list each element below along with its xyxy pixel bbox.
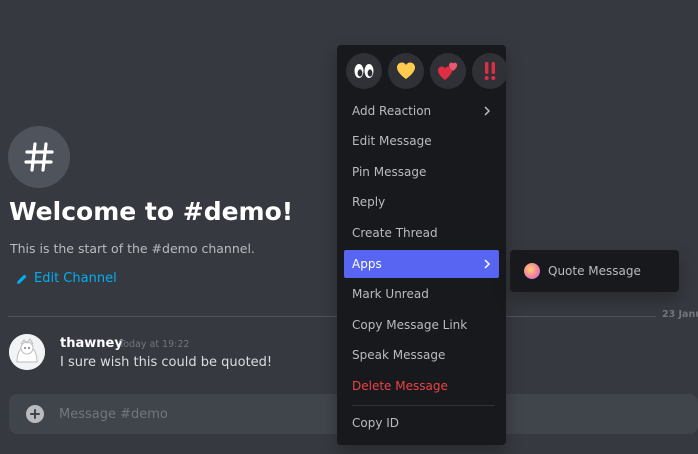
menu-item-label: Reply <box>352 195 386 209</box>
submenu-item-quote-message[interactable]: Quote Message <box>516 257 673 285</box>
date-divider-label: 23 Janu <box>656 309 698 320</box>
pencil-icon <box>17 274 27 284</box>
menu-item-label: Speak Message <box>352 348 446 362</box>
avatar[interactable] <box>9 334 45 370</box>
welcome-description: This is the start of the #demo channel. <box>10 241 255 256</box>
channel-hash-icon <box>8 126 70 188</box>
submenu-item-label: Quote Message <box>548 264 641 278</box>
menu-item-edit-message[interactable]: Edit Message <box>344 127 499 155</box>
message-context-menu: Add Reaction Edit Message Pin Message Re… <box>337 45 508 445</box>
two-hearts-emoji-icon[interactable] <box>430 53 466 89</box>
menu-item-speak-message[interactable]: Speak Message <box>344 341 499 369</box>
menu-separator <box>352 405 495 406</box>
yellow-heart-emoji-icon[interactable] <box>388 53 424 89</box>
quote-app-icon <box>524 263 540 279</box>
welcome-title: Welcome to #demo! <box>9 197 294 226</box>
eyes-emoji-icon[interactable] <box>346 53 382 89</box>
menu-item-mark-unread[interactable]: Mark Unread <box>344 280 499 308</box>
menu-item-apps[interactable]: Apps <box>344 250 499 278</box>
edit-channel-label: Edit Channel <box>34 271 117 286</box>
menu-item-reply[interactable]: Reply <box>344 188 499 216</box>
menu-item-label: Pin Message <box>352 165 427 179</box>
menu-item-copy-message-link[interactable]: Copy Message Link <box>344 311 499 339</box>
menu-item-copy-id[interactable]: Copy ID <box>344 409 499 437</box>
menu-item-label: Create Thread <box>352 226 438 240</box>
add-attachment-button[interactable] <box>26 405 44 423</box>
menu-item-label: Delete Message <box>352 379 448 393</box>
menu-item-label: Copy Message Link <box>352 318 468 332</box>
double-exclamation-emoji-icon[interactable] <box>472 53 508 89</box>
menu-item-delete-message[interactable]: Delete Message <box>344 372 499 400</box>
message-author[interactable]: thawney <box>60 336 123 351</box>
menu-item-label: Edit Message <box>352 134 432 148</box>
menu-item-label: Mark Unread <box>352 287 429 301</box>
menu-item-create-thread[interactable]: Create Thread <box>344 219 499 247</box>
menu-item-label: Add Reaction <box>352 104 432 118</box>
menu-item-label: Apps <box>352 257 382 271</box>
menu-item-add-reaction[interactable]: Add Reaction <box>344 97 499 125</box>
apps-submenu: Quote Message <box>510 250 679 292</box>
message-content: I sure wish this could be quoted! <box>60 355 273 370</box>
menu-item-label: Copy ID <box>352 416 400 430</box>
message-timestamp: Today at 19:22 <box>119 339 190 350</box>
chevron-right-icon <box>484 259 491 269</box>
quick-reaction-row <box>346 53 508 89</box>
menu-item-pin-message[interactable]: Pin Message <box>344 158 499 186</box>
chevron-right-icon <box>484 106 491 116</box>
plus-icon <box>30 409 40 419</box>
edit-channel-link[interactable]: Edit Channel <box>16 271 117 286</box>
